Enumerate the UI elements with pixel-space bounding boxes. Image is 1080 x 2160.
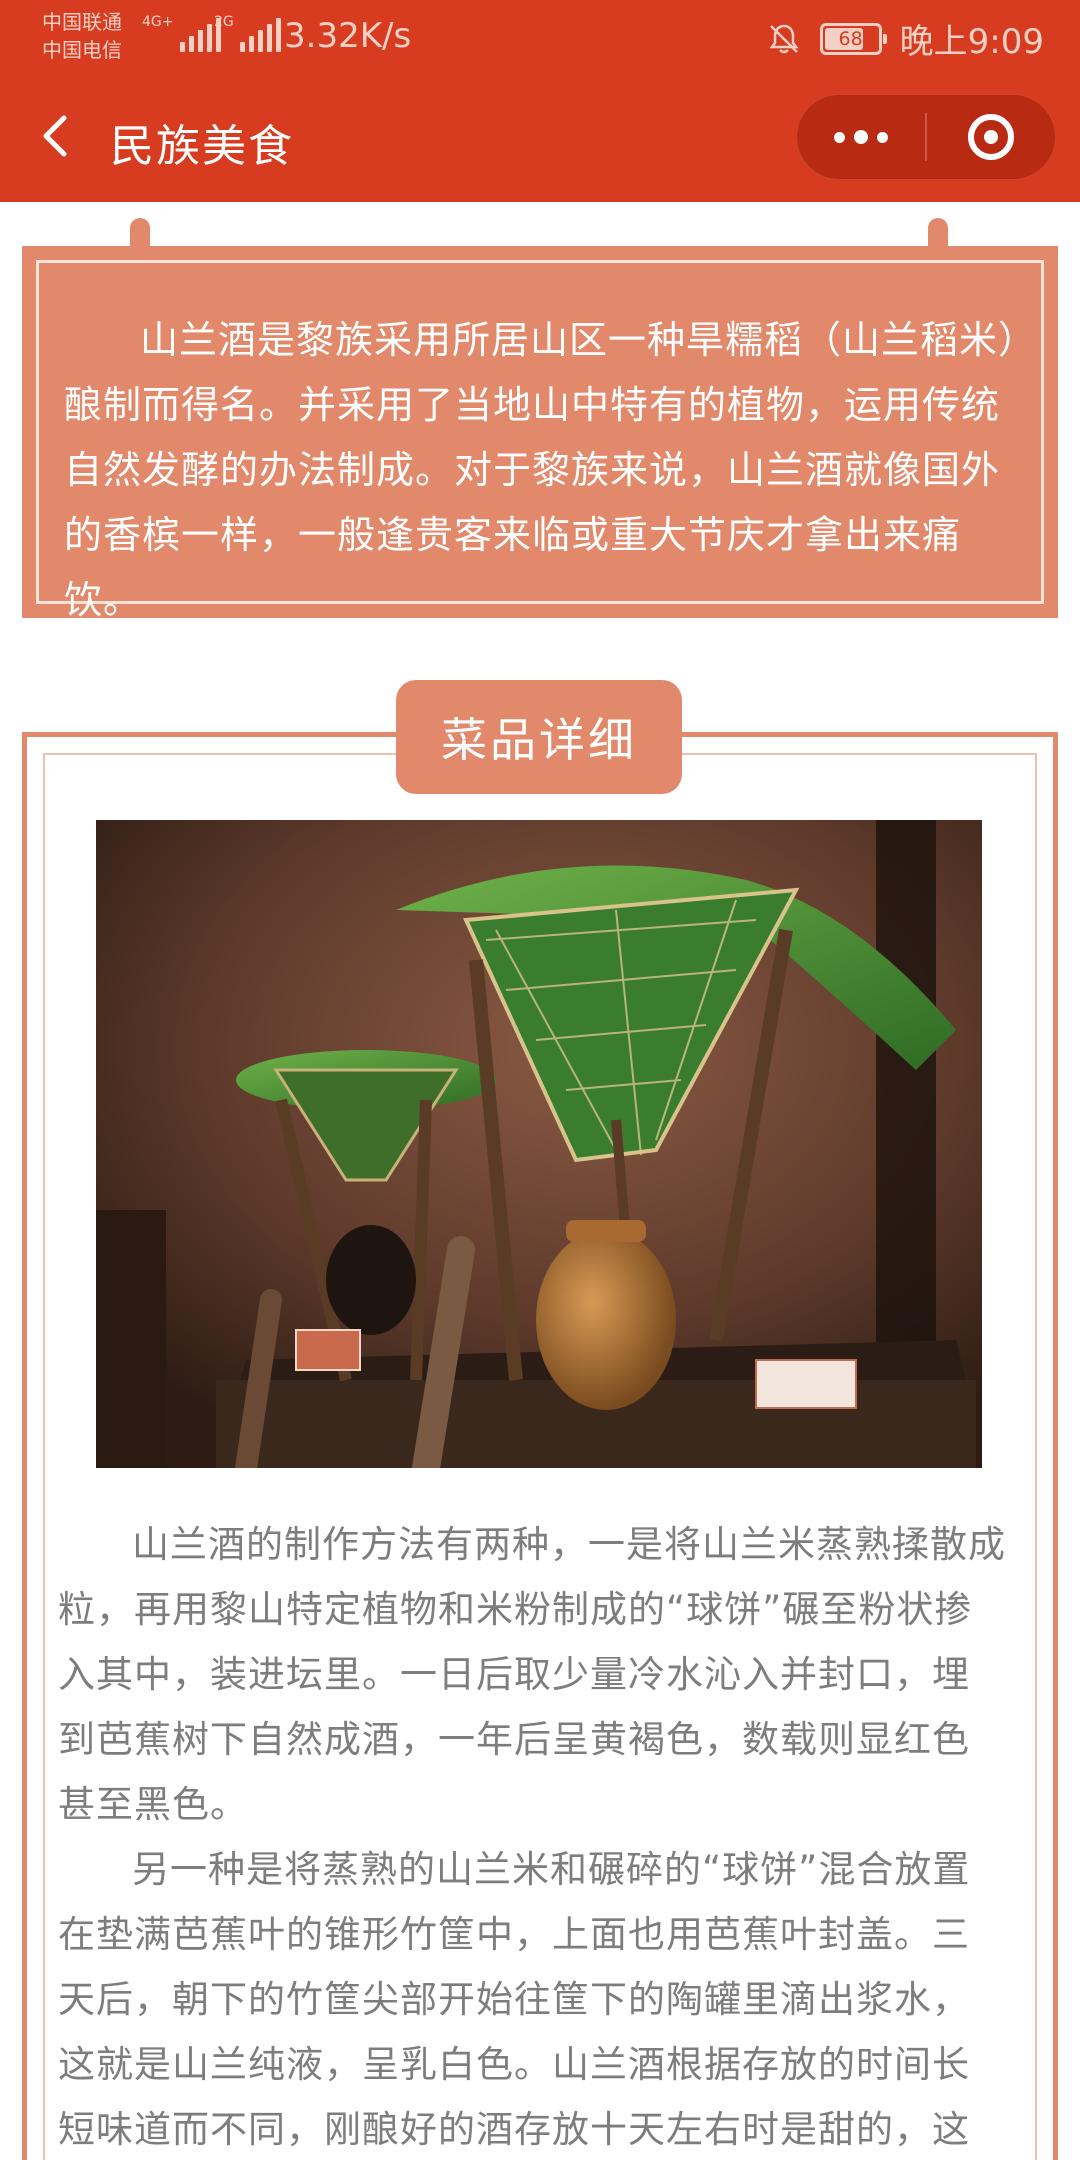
back-icon[interactable] (36, 106, 76, 166)
page-title: 民族美食 (110, 121, 294, 172)
network-speed: 3.32K/s (284, 16, 412, 56)
carrier-2: 中国电信 (42, 38, 122, 62)
signal-icon: 2G (214, 14, 281, 52)
paragraph-1: 山兰酒的制作方法有两种，一是将山兰米蒸熟揉散成粒，再用黎山特定植物和米粉制成的“… (58, 1523, 1006, 1826)
carrier-labels: 中国联通 中国电信 (42, 8, 122, 64)
section-title-tab: 菜品详细 (396, 680, 682, 794)
app-header: 中国联通 中国电信 4G+ 2G 3.32K/s 68 晚上9:09 民族美食 (0, 0, 1080, 202)
battery-icon: 68 (819, 22, 887, 55)
intro-text: 山兰酒是黎族采用所居山区一种旱糯稻（山兰稻米）酿制而得名。并采用了当地山中特有的… (64, 318, 1019, 622)
paragraph-2: 另一种是将蒸熟的山兰米和碾碎的“球饼”混合放置在垫满芭蕉叶的锥形竹筐中，上面也用… (58, 1848, 971, 2151)
bell-off-icon (769, 24, 799, 53)
detail-description: 山兰酒的制作方法有两种，一是将山兰米蒸熟揉散成粒，再用黎山特定植物和米粉制成的“… (58, 1512, 1006, 2160)
signal-icon: 4G+ (142, 14, 221, 52)
battery-level: 68 (838, 27, 863, 50)
carrier-1: 中国联通 (42, 10, 122, 34)
intro-card: 山兰酒是黎族采用所居山区一种旱糯稻（山兰稻米）酿制而得名。并采用了当地山中特有的… (22, 218, 1058, 622)
title-bar: 民族美食 (0, 76, 1080, 202)
close-target-icon[interactable] (927, 94, 1055, 180)
network-type-2: 2G (214, 14, 234, 30)
status-right: 68 晚上9:09 (766, 14, 1044, 63)
network-type-1: 4G+ (142, 14, 174, 30)
dish-photo (96, 820, 982, 1468)
clock: 晚上9:09 (899, 22, 1044, 62)
more-icon[interactable] (797, 94, 925, 180)
miniprogram-capsule (796, 94, 1056, 180)
status-bar: 中国联通 中国电信 4G+ 2G 3.32K/s 68 晚上9:09 (0, 0, 1080, 76)
